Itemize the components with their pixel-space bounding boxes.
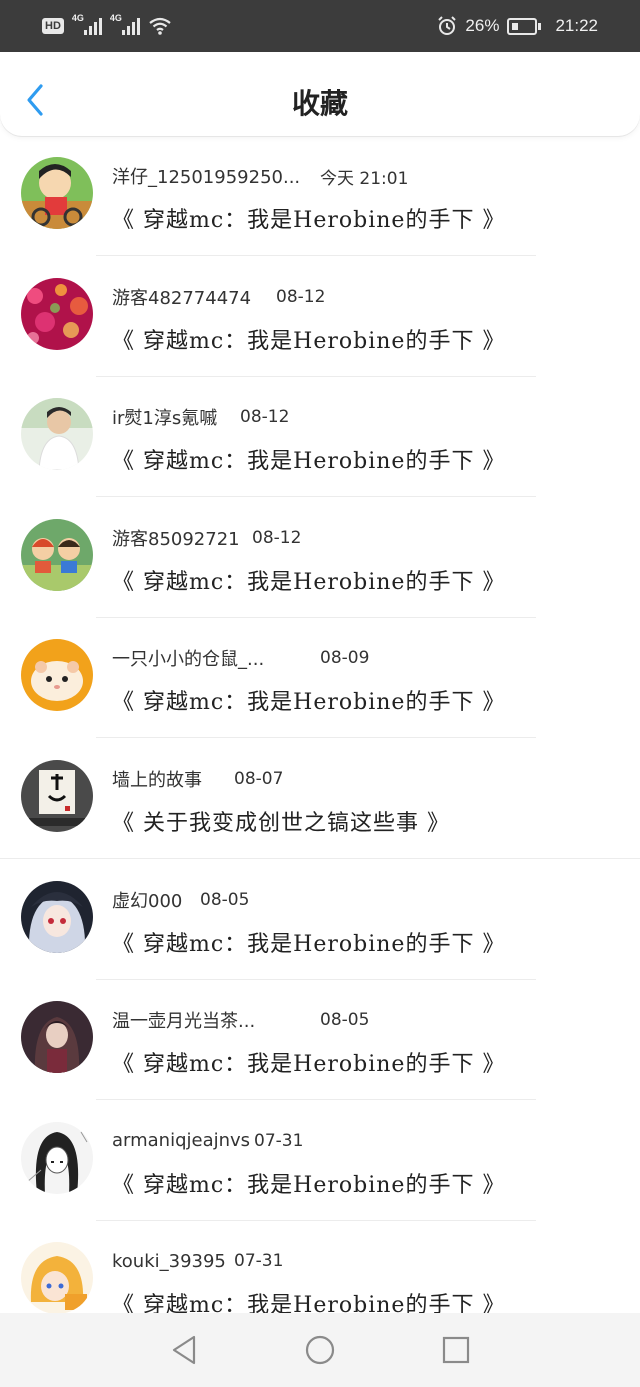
timestamp: 08-05	[200, 889, 250, 910]
divider	[96, 496, 536, 498]
book-title[interactable]: 《 穿越mc：我是Herobine的手下 》	[112, 926, 505, 958]
circle-home-icon	[305, 1335, 335, 1365]
item-meta: kouki_39395 07-31	[112, 1249, 283, 1273]
nav-back-button[interactable]	[166, 1332, 202, 1368]
book-title[interactable]: 《 穿越mc：我是Herobine的手下 》	[112, 202, 505, 234]
item-meta: 游客482774474 08-12	[112, 285, 325, 309]
item-meta: 洋仔_12501959250... 今天 21:01	[112, 163, 409, 189]
avatar[interactable]	[21, 277, 93, 350]
calligraphy-avatar-image	[21, 759, 93, 832]
username[interactable]: 虚幻000	[112, 887, 200, 913]
avatar[interactable]	[21, 1121, 93, 1194]
username[interactable]: ir熨1淳s氪嘁	[112, 404, 240, 430]
book-title[interactable]: 《 关于我变成创世之镐这些事 》	[112, 805, 450, 837]
item-meta: ir熨1淳s氪嘁 08-12	[112, 405, 289, 429]
avatar[interactable]	[21, 1001, 93, 1074]
anime-kids-avatar-image	[21, 518, 93, 591]
divider	[0, 857, 640, 859]
list-item[interactable]: 温一壶月光当茶... 08-05 《 穿越mc：我是Herobine的手下 》	[0, 982, 640, 1103]
divider	[96, 978, 536, 980]
divider	[96, 737, 536, 739]
list-item[interactable]: armaniqjeajnvs 07-31 《 穿越mc：我是Herobine的手…	[0, 1103, 640, 1224]
timestamp: 08-09	[320, 648, 370, 669]
avatar[interactable]	[21, 639, 93, 712]
item-meta: 一只小小的仓鼠_... 08-09	[112, 646, 369, 670]
timestamp: 07-31	[254, 1130, 304, 1151]
username[interactable]: 游客482774474	[112, 284, 276, 310]
sketch-girl-avatar-image	[21, 1121, 93, 1194]
wifi-icon	[149, 17, 171, 35]
battery-icon	[507, 17, 542, 35]
young-man-avatar-image	[21, 398, 93, 471]
timestamp: 08-05	[320, 1010, 370, 1031]
signal-icon: 4G	[72, 13, 102, 35]
divider	[96, 375, 536, 377]
avatar[interactable]	[21, 518, 93, 591]
book-title[interactable]: 《 穿越mc：我是Herobine的手下 》	[112, 1046, 505, 1078]
timestamp: 08-12	[240, 407, 290, 428]
list-item[interactable]: 洋仔_12501959250... 今天 21:01 《 穿越mc：我是Hero…	[0, 138, 640, 259]
item-meta: 温一壶月光当茶... 08-05	[112, 1008, 369, 1032]
username[interactable]: 温一壶月光当茶...	[112, 1007, 320, 1033]
username[interactable]: 洋仔_12501959250...	[112, 163, 320, 189]
book-title[interactable]: 《 穿越mc：我是Herobine的手下 》	[112, 323, 505, 355]
square-recents-icon	[442, 1336, 470, 1364]
battery-percent: 26%	[465, 16, 500, 35]
avatar[interactable]	[21, 157, 93, 229]
avatar[interactable]	[21, 880, 93, 953]
item-meta: armaniqjeajnvs 07-31	[112, 1129, 303, 1153]
page-title: 收藏	[291, 87, 348, 120]
triangle-back-icon	[172, 1335, 196, 1365]
system-nav-bar	[0, 1313, 640, 1387]
divider	[96, 1219, 536, 1221]
list-item[interactable]: 游客482774474 08-12 《 穿越mc：我是Herobine的手下 》	[0, 259, 640, 380]
username[interactable]: kouki_39395	[112, 1251, 234, 1272]
anime-girl-avatar-image	[21, 880, 93, 953]
item-meta: 虚幻000 08-05	[112, 888, 249, 912]
hamster-avatar-image	[21, 639, 93, 712]
avatar[interactable]	[21, 398, 93, 471]
timestamp: 今天 21:01	[320, 168, 409, 189]
item-meta: 游客85092721 08-12	[112, 526, 301, 550]
username[interactable]: armaniqjeajnvs	[112, 1130, 254, 1151]
item-meta: 墙上的故事 08-07	[112, 767, 283, 791]
timestamp: 08-12	[276, 286, 326, 307]
list-item[interactable]: 虚幻000 08-05 《 穿越mc：我是Herobine的手下 》	[0, 862, 640, 983]
divider	[96, 1099, 536, 1101]
divider	[96, 616, 536, 618]
signal-icon-2: 4G	[110, 13, 140, 35]
hd-icon: HD	[42, 18, 64, 34]
book-title[interactable]: 《 穿越mc：我是Herobine的手下 》	[112, 564, 505, 596]
status-bar: HD 4G 4G 26% 21:22	[0, 0, 640, 52]
book-title[interactable]: 《 穿越mc：我是Herobine的手下 》	[112, 684, 505, 716]
divider	[96, 255, 536, 256]
alarm-icon	[438, 16, 457, 35]
timestamp: 08-12	[252, 527, 302, 548]
nav-recents-button[interactable]	[438, 1332, 474, 1368]
header: 收藏	[0, 52, 640, 136]
timestamp: 08-07	[234, 768, 284, 789]
list-item[interactable]: 一只小小的仓鼠_... 08-09 《 穿越mc：我是Herobine的手下 》	[0, 620, 640, 741]
avatar[interactable]	[21, 759, 93, 832]
nav-home-button[interactable]	[302, 1332, 338, 1368]
timestamp: 07-31	[234, 1251, 284, 1272]
favorites-list: 洋仔_12501959250... 今天 21:01 《 穿越mc：我是Hero…	[0, 138, 640, 1344]
list-item[interactable]: ir熨1淳s氪嘁 08-12 《 穿越mc：我是Herobine的手下 》	[0, 379, 640, 500]
list-item[interactable]: 墙上的故事 08-07 《 关于我变成创世之镐这些事 》	[0, 741, 640, 862]
blonde-anime-avatar-image	[21, 1242, 93, 1315]
username[interactable]: 一只小小的仓鼠_...	[112, 645, 320, 671]
list-item[interactable]: 游客85092721 08-12 《 穿越mc：我是Herobine的手下 》	[0, 500, 640, 621]
cartoon-kid-avatar-image	[21, 157, 93, 229]
username[interactable]: 游客85092721	[112, 525, 252, 551]
bokeh-lights-avatar-image	[21, 277, 93, 350]
clock: 21:22	[555, 16, 598, 35]
avatar[interactable]	[21, 1242, 93, 1315]
book-title[interactable]: 《 穿越mc：我是Herobine的手下 》	[112, 443, 505, 475]
username[interactable]: 墙上的故事	[112, 766, 234, 792]
dark-anime-avatar-image	[21, 1001, 93, 1074]
book-title[interactable]: 《 穿越mc：我是Herobine的手下 》	[112, 1167, 505, 1199]
